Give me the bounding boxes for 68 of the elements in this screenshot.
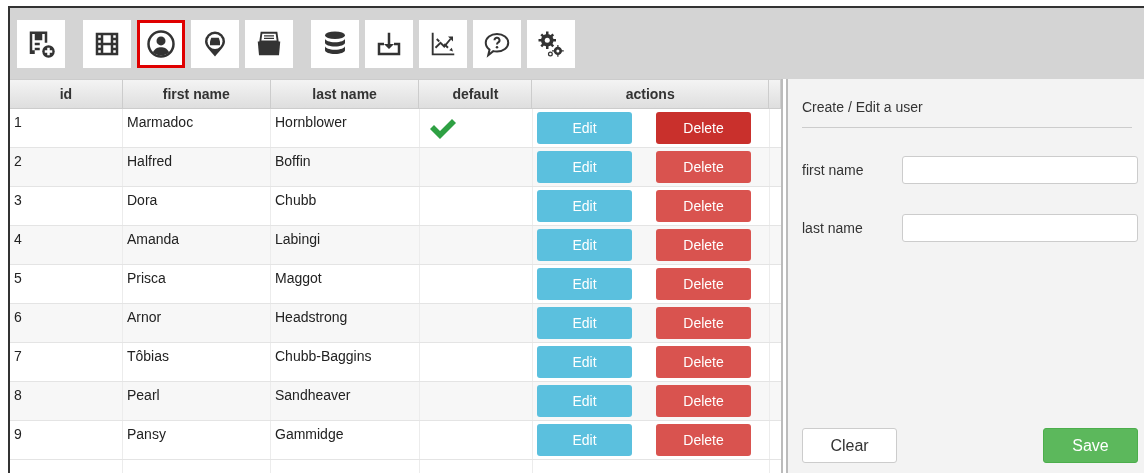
delete-button[interactable]: Delete (656, 346, 751, 378)
table-cell: Marmadoc (123, 109, 271, 147)
table-cell: Sandheaver (271, 382, 420, 420)
user-icon (146, 28, 176, 59)
edit-button[interactable]: Edit (537, 424, 632, 456)
column-header[interactable]: default (419, 80, 533, 108)
table-cell: Headstrong (271, 304, 420, 342)
toolbar-button[interactable] (137, 19, 185, 68)
toolbar-button[interactable] (245, 19, 293, 68)
table-cell: Pansy (123, 421, 271, 459)
edit-button[interactable]: Edit (537, 346, 632, 378)
form-title: Create / Edit a user (802, 79, 1132, 128)
table-cell: 1 (10, 109, 123, 147)
table-cell: Arnor (123, 304, 271, 342)
edit-button[interactable]: Edit (537, 268, 632, 300)
table-cell: Gammidge (271, 421, 420, 459)
toolbar-button[interactable] (473, 19, 521, 68)
table-cell: 3 (10, 187, 123, 225)
delete-button[interactable]: Delete (656, 385, 751, 417)
table-cell: Tôbias (123, 343, 271, 381)
delete-button[interactable]: Delete (656, 112, 751, 144)
column-header[interactable]: first name (122, 80, 271, 108)
input-field[interactable] (902, 214, 1138, 242)
toolbar-button[interactable] (191, 19, 239, 68)
delete-button[interactable]: Delete (656, 424, 751, 456)
edit-button[interactable]: Edit (537, 112, 632, 144)
table-cell: Hornblower (271, 109, 420, 147)
field-label: last name (802, 220, 864, 236)
table-cell: Halfred (123, 148, 271, 186)
table-cell: Amanda (123, 226, 271, 264)
table-cell: 5 (10, 265, 123, 303)
edit-button[interactable]: Edit (537, 307, 632, 339)
table-cell: 9 (10, 421, 123, 459)
edit-button[interactable]: Edit (537, 385, 632, 417)
table-cell: Maggot (271, 265, 420, 303)
delete-button[interactable]: Delete (656, 307, 751, 339)
table-cell: Chubb-Baggins (271, 343, 420, 381)
table-cell: 2 (10, 148, 123, 186)
table-cell: 7 (10, 343, 123, 381)
toolbar-button[interactable] (83, 19, 131, 68)
edit-button[interactable]: Edit (537, 229, 632, 261)
clear-button[interactable]: Clear (802, 428, 897, 463)
save-button[interactable]: Save (1043, 428, 1138, 463)
table-cell: Prisca (123, 265, 271, 303)
toolbar-button[interactable] (311, 19, 359, 68)
delete-button[interactable]: Delete (656, 229, 751, 261)
table-cell: Pearl (123, 382, 271, 420)
table-cell: Labingi (271, 226, 420, 264)
delete-button[interactable]: Delete (656, 268, 751, 300)
column-header[interactable]: actions (532, 80, 770, 108)
toolbar-button[interactable] (365, 19, 413, 68)
delete-button[interactable]: Delete (656, 151, 751, 183)
table-cell: Chubb (271, 187, 420, 225)
toolbar-button[interactable] (419, 19, 467, 68)
table-cell: 6 (10, 304, 123, 342)
field-label: first name (802, 162, 865, 178)
toolbar-button[interactable] (17, 19, 65, 68)
table-cell: Dora (123, 187, 271, 225)
delete-button[interactable]: Delete (656, 190, 751, 222)
table-cell: Boffin (271, 148, 420, 186)
column-header[interactable]: last name (270, 80, 420, 108)
table-cell: 8 (10, 382, 123, 420)
edit-button[interactable]: Edit (537, 190, 632, 222)
toolbar-button[interactable] (527, 19, 575, 68)
column-header[interactable]: id (10, 80, 123, 108)
edit-button[interactable]: Edit (537, 151, 632, 183)
input-field[interactable] (902, 156, 1138, 184)
table-cell: 4 (10, 226, 123, 264)
